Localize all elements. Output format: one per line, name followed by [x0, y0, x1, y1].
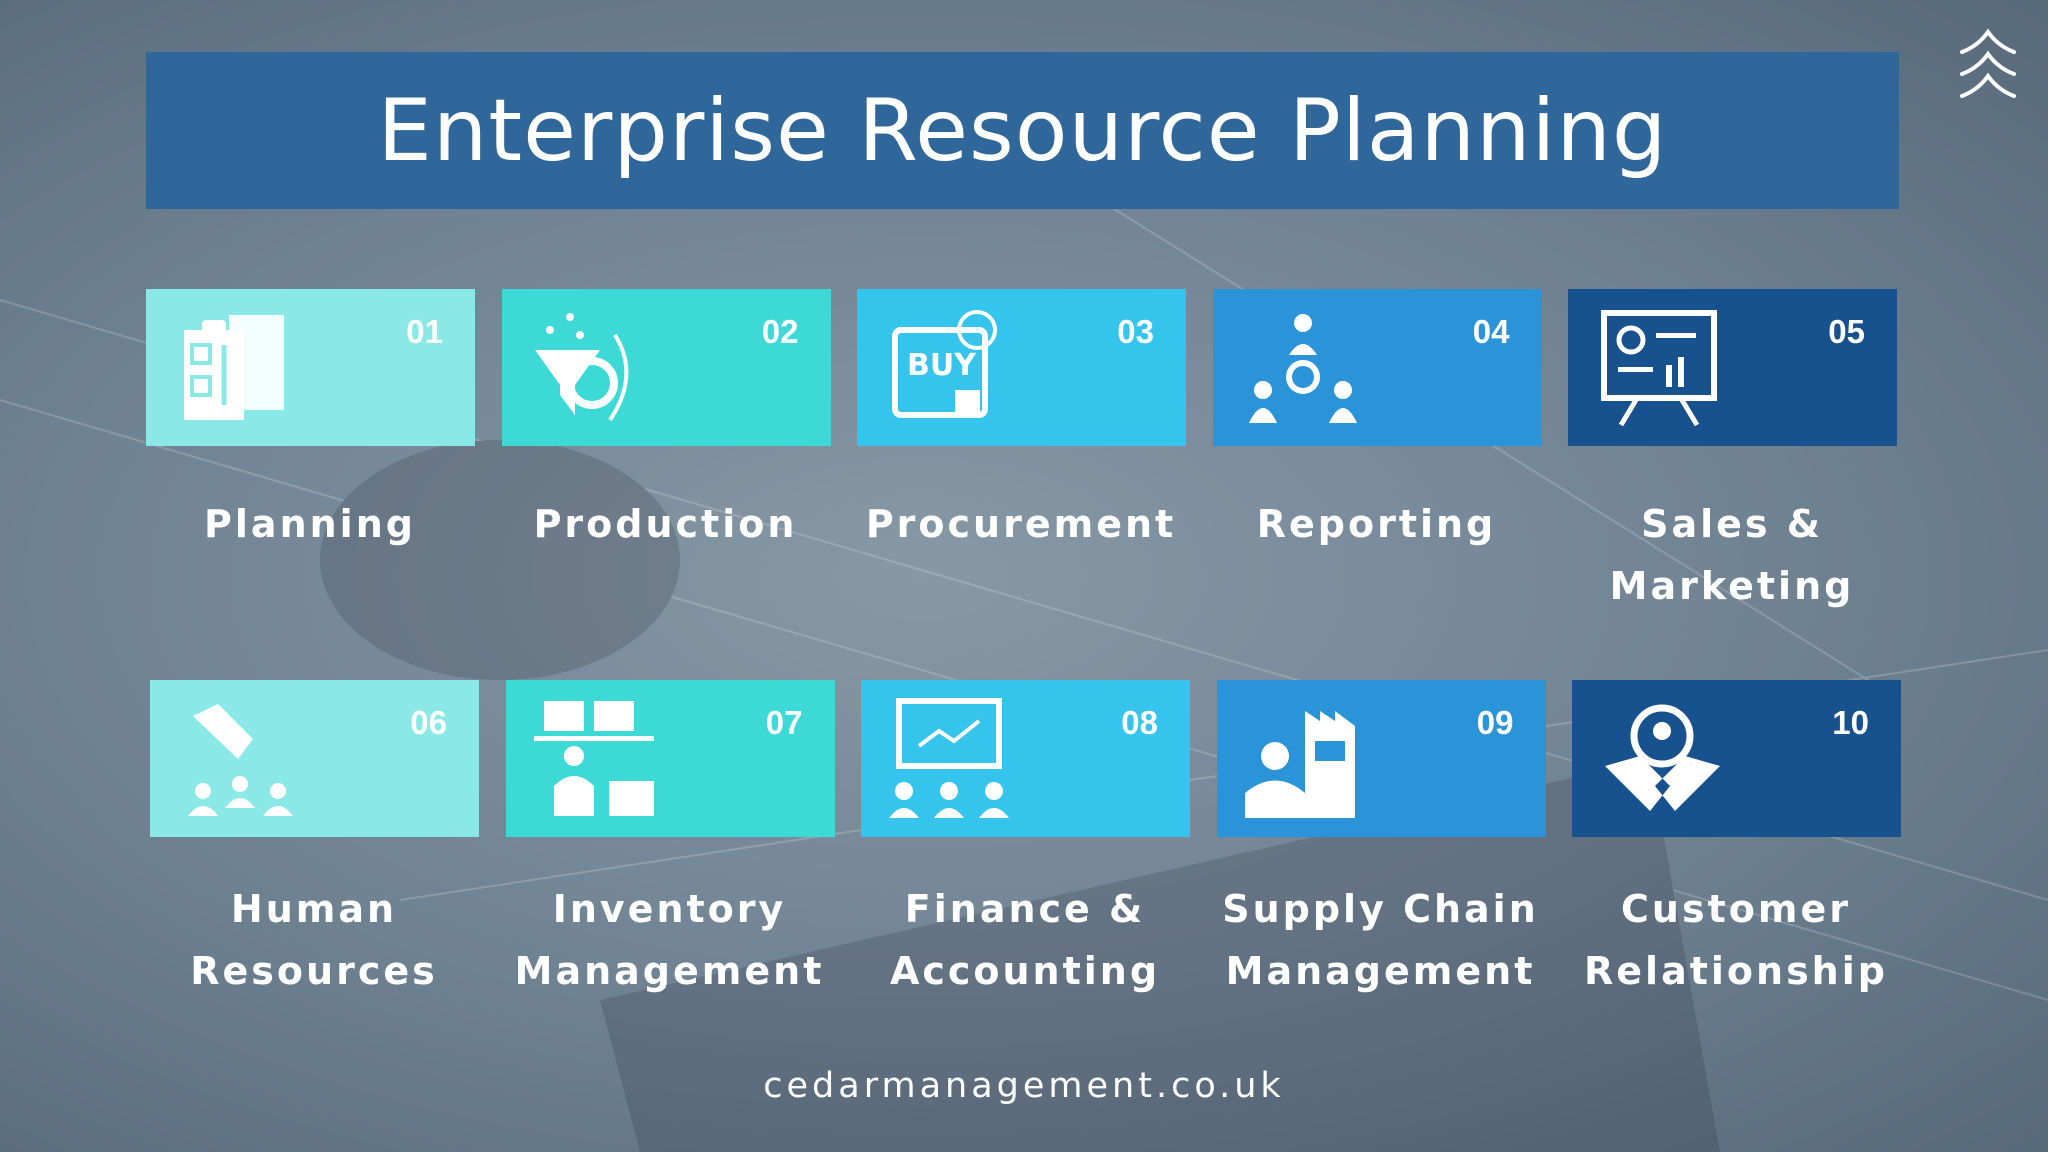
funnel-gear-icon	[534, 313, 628, 422]
module-label: Sales & Marketing	[1609, 502, 1855, 608]
module-label: Supply Chain Management	[1222, 887, 1539, 993]
module-tile-01[interactable]: 01	[146, 289, 475, 446]
title-banner: Enterprise Resource Planning	[146, 52, 1899, 209]
presentation-board-icon	[1601, 310, 1717, 427]
module-number: 06	[410, 704, 447, 741]
buy-shop-icon: BUY	[892, 310, 997, 418]
module-tile-07[interactable]: 07	[505, 680, 835, 837]
module-label: Planning	[204, 502, 416, 546]
module-tile-02[interactable]: 02	[501, 289, 831, 446]
module-label: Procurement	[865, 502, 1177, 546]
module-label: Reporting	[1256, 502, 1497, 546]
module-tile-04[interactable]: 04	[1212, 289, 1542, 446]
module-label: Human Resources	[190, 887, 438, 993]
module-number: 05	[1828, 313, 1865, 350]
website-url: cedarmanagement.co.uk	[763, 1066, 1285, 1106]
module-label: Customer Relationship	[1584, 887, 1888, 993]
module-label: Production	[533, 502, 798, 546]
module-tile-03[interactable]: BUY 03	[857, 289, 1186, 446]
module-label: Inventory Management	[514, 887, 825, 993]
module-number: 09	[1476, 704, 1514, 741]
module-tile-08[interactable]: 08	[861, 680, 1190, 837]
module-number: 04	[1472, 313, 1510, 350]
handshake-people-icon	[1605, 704, 1720, 811]
worker-factory-icon	[1244, 711, 1355, 818]
chevron-up-icon[interactable]	[1958, 28, 2018, 100]
module-number: 01	[406, 313, 443, 350]
module-label: Finance & Accounting	[889, 887, 1161, 993]
module-number: 10	[1832, 704, 1869, 741]
worker-boxes-icon	[533, 701, 654, 816]
module-number: 02	[761, 313, 799, 350]
module-number: 07	[765, 704, 803, 741]
team-gear-icon	[1248, 314, 1357, 423]
module-number: 03	[1117, 313, 1154, 350]
module-number: 08	[1121, 704, 1158, 741]
module-tile-09[interactable]: 09	[1216, 680, 1546, 837]
page-title: Enterprise Resource Planning	[377, 80, 1668, 181]
svg-text:BUY: BUY	[907, 348, 977, 383]
hand-picking-people-icon	[188, 704, 293, 816]
chart-board-audience-icon	[889, 698, 1009, 818]
module-tile-05[interactable]: 05	[1568, 289, 1897, 446]
module-tile-10[interactable]: 10	[1572, 680, 1901, 837]
clipboard-document-icon	[184, 315, 284, 420]
module-tile-06[interactable]: 06	[150, 680, 479, 837]
